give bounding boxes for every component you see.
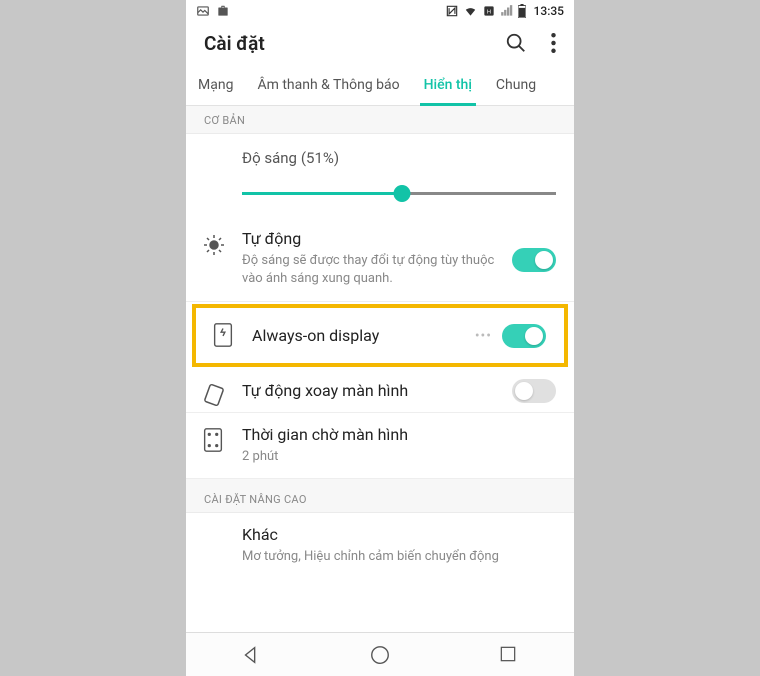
svg-text:H: H	[486, 9, 490, 15]
page-title: Cài đặt	[204, 32, 265, 55]
wifi-icon	[463, 4, 478, 18]
auto-title: Tự động	[242, 229, 502, 248]
briefcase-icon	[216, 4, 230, 18]
timeout-icon	[202, 427, 226, 451]
row-timeout[interactable]: Thời gian chờ màn hình 2 phút	[186, 413, 574, 479]
nav-bar	[186, 632, 574, 676]
more-dots-icon[interactable]: •••	[475, 328, 492, 344]
section-advanced: CÀI ĐẶT NÂNG CAO	[186, 479, 574, 513]
highlight-box: Always-on display •••	[192, 304, 568, 367]
app-header: Cài đặt	[186, 22, 574, 64]
phone-frame: H 13:35 Cài đặt Mạng Âm thanh & Thông bá…	[186, 0, 574, 676]
nfc-icon	[445, 4, 459, 18]
aod-toggle[interactable]	[502, 324, 546, 348]
row-other[interactable]: Khác Mơ tưởng, Hiệu chỉnh cảm biến chuyể…	[186, 513, 574, 578]
data-icon: H	[482, 4, 496, 18]
tab-general[interactable]: Chung	[484, 64, 548, 105]
status-bar: H 13:35	[186, 0, 574, 22]
brightness-percent: (51%)	[301, 149, 339, 167]
aod-title: Always-on display	[252, 326, 492, 345]
auto-brightness-icon	[202, 233, 226, 257]
signal-icon	[500, 4, 514, 18]
auto-toggle[interactable]	[512, 248, 556, 272]
other-desc: Mơ tưởng, Hiệu chỉnh cảm biến chuyển độn…	[242, 548, 556, 566]
brightness-slider[interactable]	[242, 185, 556, 201]
tab-bar: Mạng Âm thanh & Thông báo Hiển thị Chung	[186, 64, 574, 106]
timeout-value: 2 phút	[242, 448, 556, 466]
row-rotate[interactable]: Tự động xoay màn hình	[186, 369, 574, 413]
recent-button[interactable]	[498, 644, 520, 666]
row-aod[interactable]: Always-on display •••	[196, 308, 564, 363]
photo-icon	[196, 4, 210, 18]
rotate-icon	[202, 383, 226, 407]
auto-desc: Độ sáng sẽ được thay đổi tự động tùy thu…	[242, 252, 502, 287]
aod-icon	[212, 322, 236, 346]
home-button[interactable]	[369, 644, 391, 666]
other-title: Khác	[242, 525, 556, 544]
row-brightness: Độ sáng (51%)	[186, 134, 574, 219]
tab-sound[interactable]: Âm thanh & Thông báo	[245, 64, 411, 105]
brightness-label: Độ sáng	[242, 149, 297, 167]
tab-network[interactable]: Mạng	[186, 64, 245, 105]
rotate-toggle[interactable]	[512, 379, 556, 403]
overflow-menu-icon[interactable]	[551, 33, 556, 53]
clock-text: 13:35	[534, 4, 564, 18]
timeout-title: Thời gian chờ màn hình	[242, 425, 556, 444]
settings-content: CƠ BẢN Độ sáng (51%) Tự động Độ sáng sẽ …	[186, 106, 574, 632]
tab-display[interactable]: Hiển thị	[412, 64, 484, 105]
rotate-title: Tự động xoay màn hình	[242, 381, 502, 400]
search-icon[interactable]	[505, 32, 527, 54]
battery-icon	[518, 4, 526, 18]
back-button[interactable]	[240, 644, 262, 666]
section-basic: CƠ BẢN	[186, 106, 574, 134]
row-auto-brightness[interactable]: Tự động Độ sáng sẽ được thay đổi tự động…	[186, 219, 574, 302]
